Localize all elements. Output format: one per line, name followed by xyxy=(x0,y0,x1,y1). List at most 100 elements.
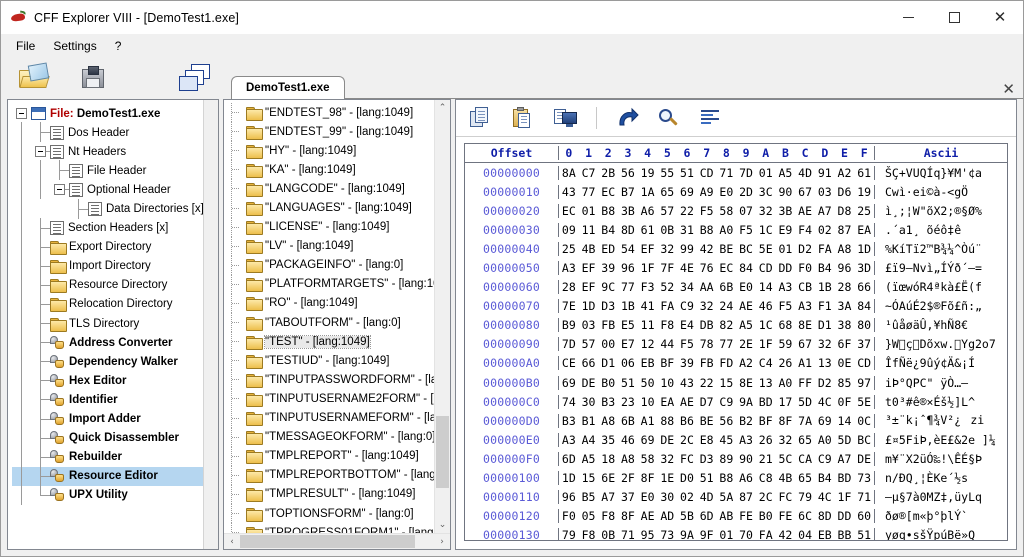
hex-byte[interactable]: 22 xyxy=(697,376,717,390)
hex-byte[interactable]: A2 xyxy=(736,356,756,370)
hex-byte[interactable]: D2 xyxy=(795,242,815,256)
scroll-up-icon[interactable]: ⌃ xyxy=(435,100,450,116)
scroll-down-icon[interactable]: ⌄ xyxy=(435,517,450,533)
hex-byte[interactable]: 11 xyxy=(579,223,599,237)
hex-byte[interactable]: EA xyxy=(657,395,677,409)
hex-byte[interactable]: 5A xyxy=(717,490,737,504)
hex-row[interactable]: 00000040 25 4B ED 54 EF 32 99 42 BE BC 5E 01 D2 FA A8 1D… xyxy=(465,239,1007,258)
hex-byte[interactable]: 25 xyxy=(854,204,874,218)
hex-byte[interactable]: 1C xyxy=(756,318,776,332)
hex-byte[interactable]: 00 xyxy=(598,337,618,351)
resource-tree-item[interactable]: "TMPLREPORT" - [lang:1049] xyxy=(224,447,434,466)
hex-byte[interactable]: B1 xyxy=(579,414,599,428)
hex-row[interactable]: 00000050 A3 EF 39 96 1F 7F 4E 76 EC 84 CD DD F0 B4 96 3D… xyxy=(465,258,1007,277)
sidebar-item-identifier[interactable]: Identifier xyxy=(12,390,203,409)
hex-byte[interactable]: 42 xyxy=(776,528,796,540)
hex-byte[interactable]: 67 xyxy=(795,185,815,199)
hex-byte[interactable]: B4 xyxy=(815,261,835,275)
hex-byte[interactable]: A3 xyxy=(559,433,579,447)
hex-byte[interactable]: 6D xyxy=(559,452,579,466)
hex-byte[interactable]: F0 xyxy=(795,261,815,275)
hex-byte[interactable]: 87 xyxy=(835,223,855,237)
hex-byte[interactable]: F8 xyxy=(598,509,618,523)
hex-byte[interactable]: 14 xyxy=(756,280,776,294)
hex-byte[interactable]: 25 xyxy=(559,242,579,256)
hex-byte[interactable]: 56 xyxy=(717,414,737,428)
hex-byte[interactable]: 8A xyxy=(559,166,579,180)
hex-byte[interactable]: E4 xyxy=(677,318,697,332)
hex-row[interactable]: 000000D0 B3 B1 A8 6B A1 88 B6 BE 56 B2 BF 8F 7A 69 14 0C… xyxy=(465,411,1007,430)
hex-row[interactable]: 00000070 7E 1D D3 1B 41 FA C9 32 24 AE 46 F5 A3 F1 3A 84… xyxy=(465,297,1007,316)
hex-byte[interactable]: B0 xyxy=(756,509,776,523)
close-button[interactable]: ✕ xyxy=(977,1,1023,33)
hex-byte[interactable]: 84 xyxy=(736,261,756,275)
hex-byte[interactable]: 22 xyxy=(677,204,697,218)
hex-byte[interactable]: 66 xyxy=(854,280,874,294)
hex-byte[interactable]: EC xyxy=(717,261,737,275)
hex-byte[interactable]: BC xyxy=(736,242,756,256)
hex-row[interactable]: 00000120 F0 05 F8 8F AE AD 5B 6D AB FE B0 FE 6C 8D DD 60… xyxy=(465,507,1007,526)
hex-byte[interactable]: 43 xyxy=(559,185,579,199)
hex-byte[interactable]: 1D xyxy=(559,471,579,485)
hex-byte[interactable]: 38 xyxy=(835,318,855,332)
sidebar-item-data-directories-x[interactable]: Data Directories [x] xyxy=(12,199,203,218)
hex-byte[interactable]: 54 xyxy=(618,242,638,256)
sidebar-item-resource-editor[interactable]: Resource Editor xyxy=(12,467,203,486)
hex-byte[interactable]: CD xyxy=(697,166,717,180)
hex-byte[interactable]: 7E xyxy=(559,299,579,313)
hex-byte[interactable]: 45 xyxy=(717,433,737,447)
sidebar-item-address-converter[interactable]: Address Converter xyxy=(12,333,203,352)
hex-byte[interactable]: F8 xyxy=(579,528,599,540)
hex-row[interactable]: 00000000 8A C7 2B 56 19 55 51 CD 71 7D 01 A5 4D 91 A2 61… xyxy=(465,163,1007,182)
hex-byte[interactable]: 65 xyxy=(795,433,815,447)
hex-byte[interactable]: 8D xyxy=(618,223,638,237)
hex-byte[interactable]: AE xyxy=(736,299,756,313)
tab-demotest1-exe[interactable]: DemoTest1.exe xyxy=(231,76,345,99)
hex-byte[interactable]: 57 xyxy=(657,204,677,218)
hex-byte[interactable]: 2B xyxy=(598,166,618,180)
hex-byte[interactable]: B3 xyxy=(559,414,579,428)
hex-byte[interactable]: A4 xyxy=(579,433,599,447)
hex-byte[interactable]: F5 xyxy=(736,223,756,237)
hex-byte[interactable]: 0E xyxy=(835,356,855,370)
find-button[interactable] xyxy=(657,107,681,129)
hex-byte[interactable]: A3 xyxy=(736,433,756,447)
hex-row[interactable]: 00000060 28 EF 9C 77 F3 52 34 AA 6B E0 14 A3 CB 1B 28 66… xyxy=(465,278,1007,297)
hex-byte[interactable]: 01 xyxy=(776,242,796,256)
hex-byte[interactable]: C9 xyxy=(815,452,835,466)
resource-tree-item[interactable]: "LV" - [lang:1049] xyxy=(224,237,434,256)
hex-row[interactable]: 00000090 7D 57 00 E7 12 44 F5 78 77 2E 1F 59 67 32 6F 37… xyxy=(465,335,1007,354)
hex-byte[interactable]: 74 xyxy=(559,395,579,409)
hex-byte[interactable]: 87 xyxy=(736,490,756,504)
hex-byte[interactable]: D1 xyxy=(598,356,618,370)
hex-byte[interactable]: 89 xyxy=(717,452,737,466)
hex-byte[interactable]: EB xyxy=(638,356,658,370)
resource-tree-item[interactable]: "LICENSE" - [lang:1049] xyxy=(224,218,434,237)
hex-byte[interactable]: 30 xyxy=(657,490,677,504)
resource-tree-item[interactable]: "TINPUTUSERNAME2FORM" - [lang:0] xyxy=(224,389,434,408)
hex-byte[interactable]: A1 xyxy=(638,414,658,428)
hex-byte[interactable]: 28 xyxy=(835,280,855,294)
hex-byte[interactable]: 05 xyxy=(579,509,599,523)
hex-byte[interactable]: 3D xyxy=(854,261,874,275)
hex-byte[interactable]: 68 xyxy=(776,318,796,332)
hex-byte[interactable]: 6E xyxy=(598,471,618,485)
sidebar-item-quick-disassembler[interactable]: Quick Disassembler xyxy=(12,429,203,448)
scroll-left-icon[interactable]: ‹ xyxy=(224,537,240,547)
hex-byte[interactable]: 32 xyxy=(657,452,677,466)
hex-byte[interactable]: 59 xyxy=(776,337,796,351)
hex-byte[interactable]: F4 xyxy=(795,223,815,237)
hex-byte[interactable]: DE xyxy=(657,433,677,447)
hex-byte[interactable]: DD xyxy=(835,509,855,523)
hex-byte[interactable]: B2 xyxy=(736,414,756,428)
sidebar-item-hex-editor[interactable]: Hex Editor xyxy=(12,371,203,390)
sidebar-item-export-directory[interactable]: Export Directory xyxy=(12,238,203,257)
hex-byte[interactable]: 70 xyxy=(736,528,756,540)
hex-byte[interactable]: BF xyxy=(756,414,776,428)
resource-tree-item[interactable]: "KA" - [lang:1049] xyxy=(224,160,434,179)
resource-tree-item[interactable]: "RO" - [lang:1049] xyxy=(224,294,434,313)
hex-byte[interactable]: 30 xyxy=(579,395,599,409)
hex-byte[interactable]: 9F xyxy=(697,528,717,540)
hex-byte[interactable]: 7D xyxy=(736,166,756,180)
paste-button[interactable] xyxy=(512,107,536,129)
